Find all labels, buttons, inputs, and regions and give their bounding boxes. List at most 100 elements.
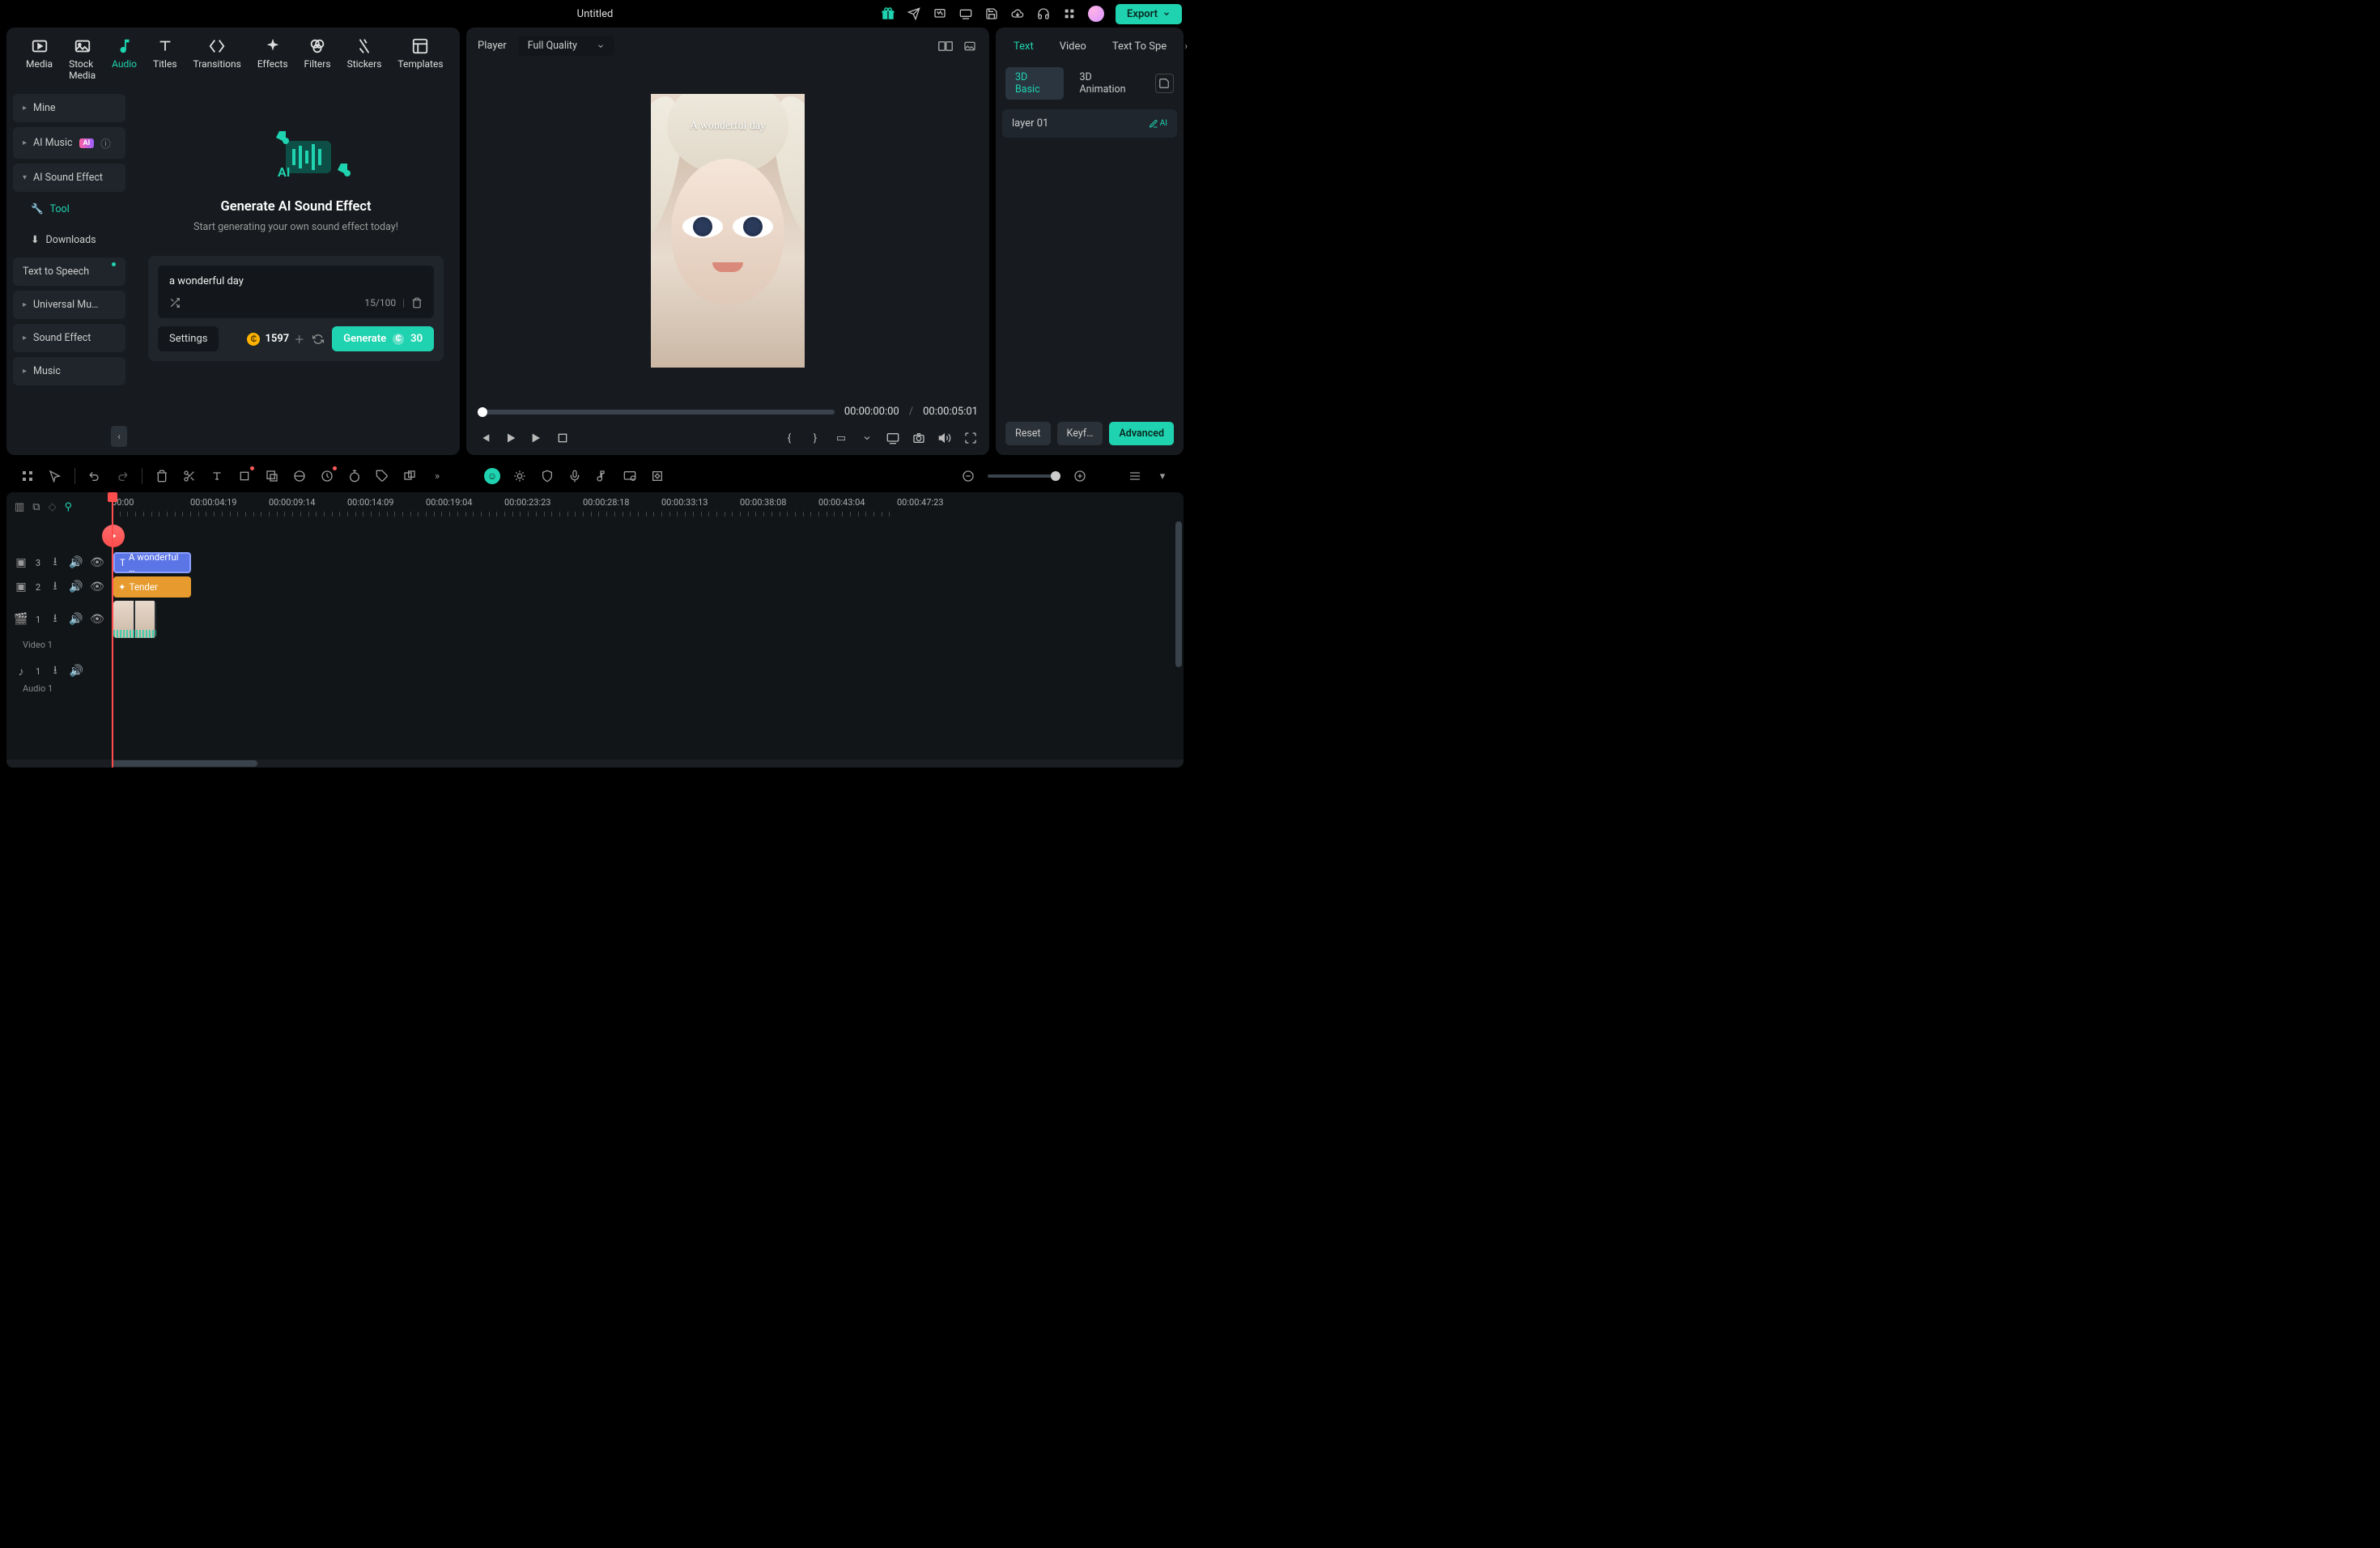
- tab-stickers[interactable]: Stickers: [339, 36, 390, 83]
- preview-canvas[interactable]: A wonderful day: [651, 94, 805, 368]
- redo-icon[interactable]: [114, 468, 130, 484]
- text-tool-icon[interactable]: [209, 468, 225, 484]
- more-tabs[interactable]: ›: [1181, 37, 1191, 56]
- prev-frame-icon[interactable]: [478, 431, 492, 445]
- enhance-icon[interactable]: [512, 468, 528, 484]
- more-tools-icon[interactable]: »: [429, 468, 445, 484]
- sidebar-item-universal-music[interactable]: ▸Universal Mu…: [13, 291, 125, 319]
- sidebar-item-ai-music[interactable]: ▸AI MusicAIⓘ: [13, 127, 125, 159]
- export-button[interactable]: Export: [1116, 4, 1182, 24]
- inspector-tab-tts[interactable]: Text To Spe: [1101, 36, 1178, 57]
- playhead[interactable]: [112, 492, 113, 768]
- generate-button[interactable]: Generate ₵ 30: [332, 326, 434, 351]
- tab-stock-media[interactable]: Stock Media: [61, 36, 104, 83]
- grid-icon[interactable]: [19, 468, 36, 484]
- add-credits-icon[interactable]: ＋: [294, 331, 304, 347]
- tab-effects[interactable]: Effects: [249, 36, 296, 83]
- cloud-icon[interactable]: [1010, 6, 1025, 21]
- bracket-left-icon[interactable]: {: [782, 431, 797, 445]
- inspector-tab-video[interactable]: Video: [1048, 36, 1098, 57]
- effect-clip[interactable]: ✦ Tender: [113, 576, 191, 598]
- clear-icon[interactable]: [411, 297, 423, 308]
- undo-icon[interactable]: [87, 468, 103, 484]
- visibility-icon[interactable]: 👁: [91, 580, 104, 593]
- video-clip[interactable]: [113, 601, 156, 638]
- tab-titles[interactable]: Titles: [145, 36, 185, 83]
- tab-media[interactable]: Media: [18, 36, 61, 83]
- zoom-slider[interactable]: [988, 474, 1060, 478]
- shuffle-icon[interactable]: [169, 297, 181, 308]
- visibility-icon[interactable]: 👁: [91, 613, 104, 626]
- quality-select[interactable]: Full Quality: [518, 36, 614, 56]
- credits-pill[interactable]: ₵ 1597 ＋: [247, 331, 304, 347]
- group-icon[interactable]: [402, 468, 418, 484]
- volume-icon[interactable]: [937, 431, 952, 445]
- reset-button[interactable]: Reset: [1005, 422, 1051, 445]
- sidebar-item-downloads[interactable]: ⬇Downloads: [23, 227, 125, 253]
- collapse-sidebar[interactable]: ‹: [111, 426, 127, 447]
- cut-icon[interactable]: [181, 468, 198, 484]
- gift-icon[interactable]: [881, 6, 895, 21]
- compare-icon[interactable]: [937, 38, 954, 54]
- monitor-icon[interactable]: [958, 6, 973, 21]
- tag-icon[interactable]: [374, 468, 390, 484]
- advanced-button[interactable]: Advanced: [1109, 422, 1174, 445]
- record-screen-icon[interactable]: [622, 468, 638, 484]
- keyframe-diamond-icon[interactable]: [649, 468, 665, 484]
- camera-icon[interactable]: [912, 431, 926, 445]
- audio-mix-icon[interactable]: [594, 468, 610, 484]
- subtab-3d-basic[interactable]: 3D Basic: [1005, 67, 1064, 100]
- tab-templates[interactable]: Templates: [389, 36, 451, 83]
- snapshot-icon[interactable]: [962, 38, 978, 54]
- play-icon[interactable]: [504, 431, 518, 445]
- visibility-icon[interactable]: 👁: [91, 556, 104, 569]
- lock-icon[interactable]: ⭳: [49, 661, 62, 681]
- ai-assist-icon[interactable]: ☺: [484, 468, 500, 484]
- settings-button[interactable]: Settings: [158, 326, 219, 351]
- refresh-icon[interactable]: [312, 334, 324, 345]
- zoom-out-icon[interactable]: [960, 468, 976, 484]
- sidebar-item-tool[interactable]: 🔧Tool: [23, 197, 125, 222]
- sidebar-item-text-to-speech[interactable]: Text to Speech: [13, 257, 125, 286]
- mask-icon[interactable]: [264, 468, 280, 484]
- speed-icon[interactable]: [319, 468, 335, 484]
- send-icon[interactable]: [907, 6, 921, 21]
- mute-icon[interactable]: 🔊: [70, 665, 83, 678]
- tab-audio[interactable]: Audio: [104, 36, 145, 83]
- view-options-icon[interactable]: [1127, 468, 1143, 484]
- horizontal-scroll[interactable]: [6, 759, 1184, 768]
- headphones-icon[interactable]: [1036, 6, 1051, 21]
- scrubber[interactable]: [478, 410, 835, 415]
- keyframe-button[interactable]: Keyframe P…: [1057, 422, 1103, 445]
- lock-icon[interactable]: ⭳: [49, 553, 62, 572]
- mute-icon[interactable]: 🔊: [70, 580, 83, 593]
- bracket-right-icon[interactable]: }: [808, 431, 822, 445]
- inspector-tab-text[interactable]: Text: [1002, 36, 1045, 57]
- color-icon[interactable]: [291, 468, 308, 484]
- mic-icon[interactable]: [567, 468, 583, 484]
- ai-edit-icon[interactable]: AI: [1149, 119, 1167, 129]
- display-icon[interactable]: [886, 431, 900, 445]
- tl-track-opts-icon[interactable]: ▥: [15, 501, 24, 513]
- lock-icon[interactable]: ⭳: [49, 577, 62, 597]
- sidebar-item-ai-sound-effect[interactable]: ▾AI Sound Effect: [13, 164, 125, 192]
- lock-icon[interactable]: ⭳: [49, 610, 62, 629]
- sidebar-item-music[interactable]: ▸Music: [13, 357, 125, 385]
- layer-row[interactable]: layer 01 AI: [1002, 109, 1177, 138]
- tl-magnet-icon[interactable]: ⚲: [65, 501, 73, 513]
- fullscreen-icon[interactable]: [963, 431, 978, 445]
- timer-icon[interactable]: [346, 468, 363, 484]
- prompt-input[interactable]: a wonderful day 15/100 |: [158, 266, 434, 318]
- tab-filters[interactable]: Filters: [296, 36, 339, 83]
- next-frame-icon[interactable]: [529, 431, 544, 445]
- avatar[interactable]: [1088, 6, 1104, 22]
- device-icon[interactable]: [933, 6, 947, 21]
- sidebar-item-mine[interactable]: ▸Mine: [13, 94, 125, 122]
- shield-icon[interactable]: [539, 468, 555, 484]
- save-preset-icon[interactable]: [1155, 74, 1174, 93]
- time-ruler[interactable]: 00:0000:00:04:1900:00:09:1400:00:14:0900…: [112, 492, 1184, 521]
- save-icon[interactable]: [984, 6, 999, 21]
- chevron-down-icon[interactable]: [860, 431, 874, 445]
- zoom-in-icon[interactable]: [1072, 468, 1088, 484]
- sidebar-item-sound-effect[interactable]: ▸Sound Effect: [13, 324, 125, 352]
